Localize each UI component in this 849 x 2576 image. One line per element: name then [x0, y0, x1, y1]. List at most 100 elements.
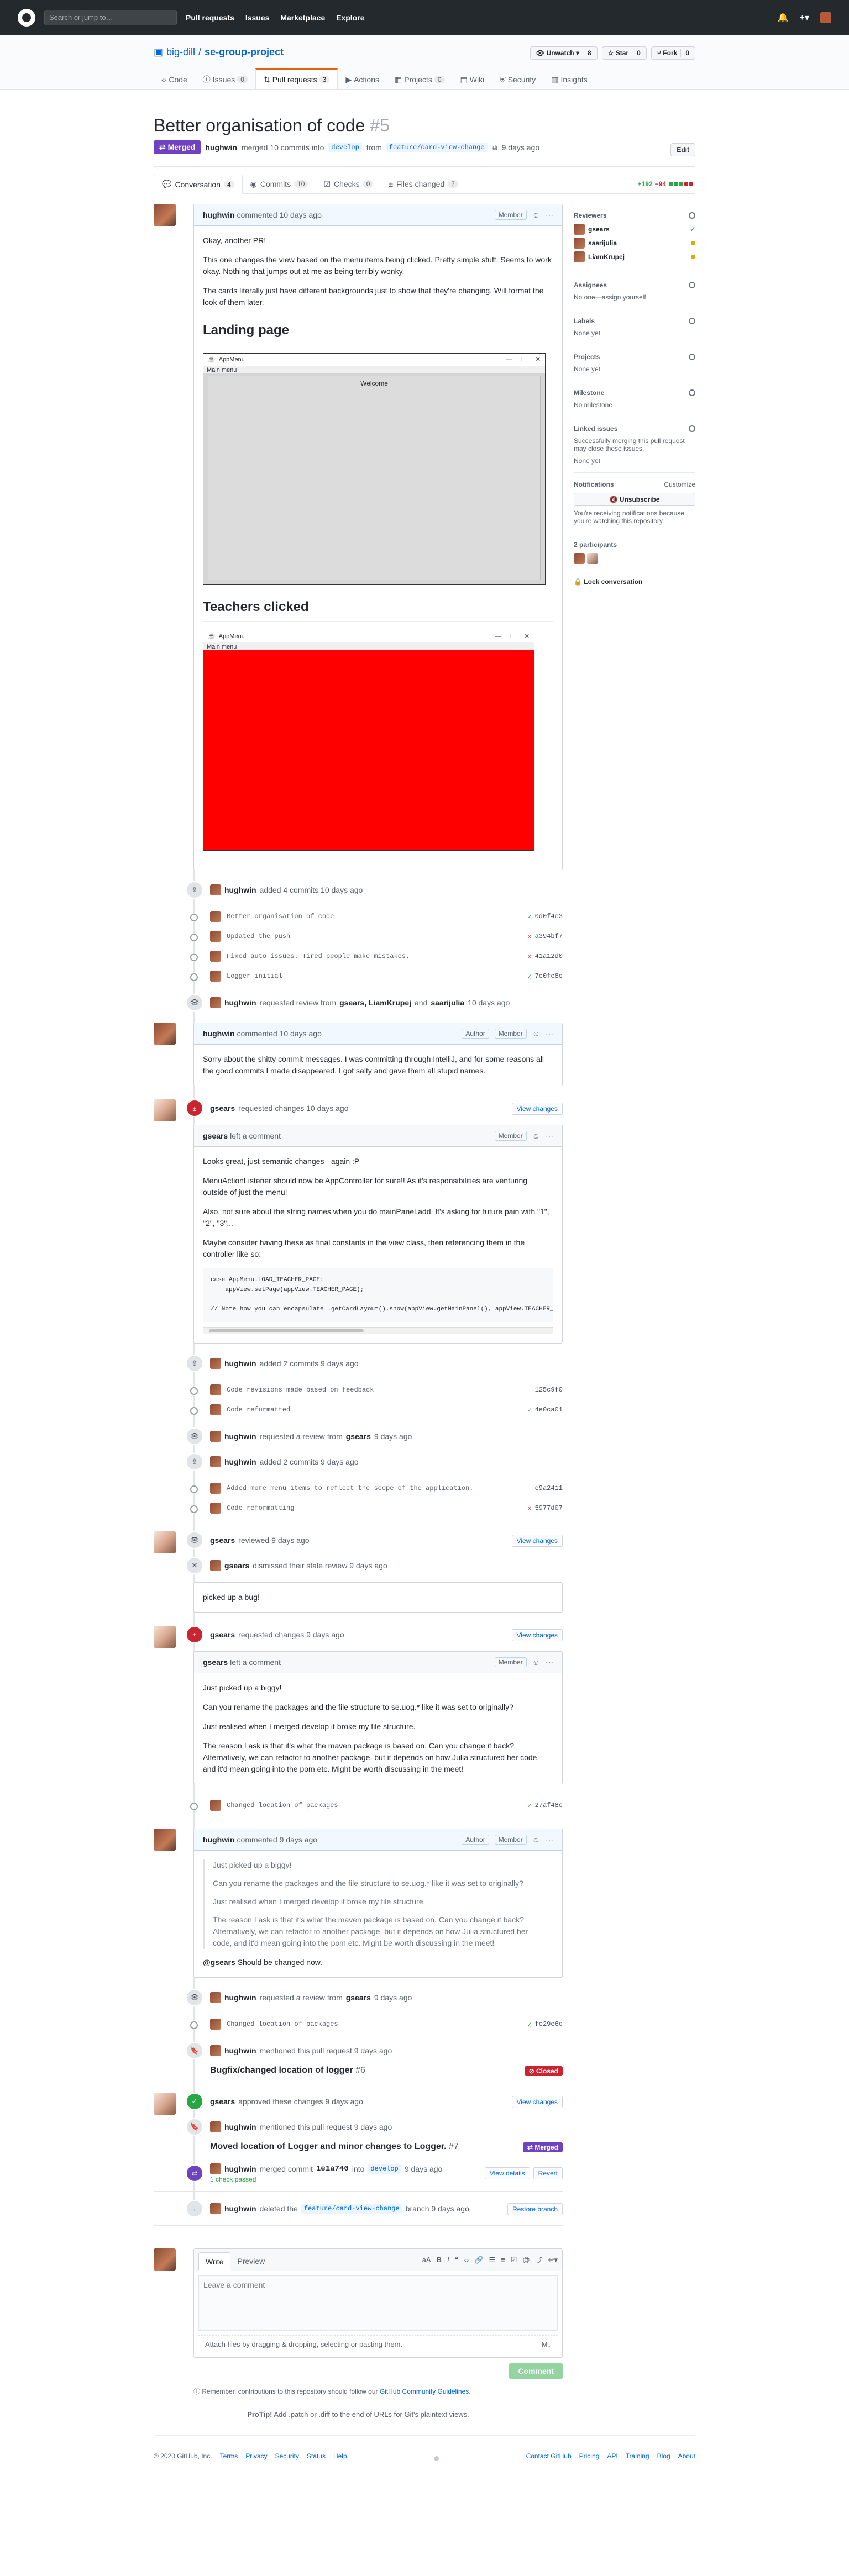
commit-message[interactable]: Better organisation of code	[227, 913, 334, 920]
assign-yourself-link[interactable]: No one—assign yourself	[574, 293, 695, 301]
preview-tab[interactable]: Preview	[230, 2252, 271, 2271]
nav-marketplace[interactable]: Marketplace	[280, 13, 325, 22]
tab-projects[interactable]: ▦ Projects 0	[387, 68, 453, 89]
star-button[interactable]: ☆ Star 0	[601, 46, 647, 60]
footer-link[interactable]: Privacy	[245, 2452, 267, 2465]
participant-avatar[interactable]	[587, 553, 598, 564]
x-icon[interactable]: ✕	[527, 933, 531, 941]
base-branch[interactable]: develop	[328, 142, 362, 152]
customize-link[interactable]: Customize	[664, 481, 695, 488]
saved-reply-icon[interactable]: ↩▾	[548, 2256, 558, 2264]
avatar[interactable]	[210, 1503, 221, 1514]
tab-security[interactable]: ⛨ Security	[492, 68, 543, 89]
comment-author[interactable]: hughwin	[203, 210, 235, 219]
avatar[interactable]	[210, 1992, 221, 2004]
commit-message[interactable]: Changed location of packages	[227, 2020, 338, 2028]
user-avatar[interactable]	[820, 12, 831, 23]
commit-sha[interactable]: 0d0f4e3	[535, 913, 563, 920]
avatar[interactable]	[210, 1560, 221, 1572]
footer-link[interactable]: Terms	[220, 2452, 238, 2465]
code-icon[interactable]: ‹›	[464, 2256, 469, 2264]
tab-pull-requests[interactable]: ⇅ Pull requests 3	[255, 68, 338, 89]
smiley-icon[interactable]: ☺	[532, 1835, 540, 1844]
kebab-menu-icon[interactable]: ⋯	[546, 1835, 553, 1845]
comment-timestamp[interactable]: commented 9 days ago	[237, 1835, 318, 1844]
commit-message[interactable]: Changed location of packages	[227, 1801, 338, 1809]
checks-status[interactable]: 1 check passed	[210, 2175, 256, 2183]
kebab-menu-icon[interactable]: ⋯	[546, 1131, 553, 1141]
avatar[interactable]	[210, 1483, 221, 1494]
kebab-menu-icon[interactable]: ⋯	[546, 1029, 553, 1039]
footer-link[interactable]: Blog	[657, 2452, 670, 2465]
copy-icon[interactable]: ⧉	[492, 143, 497, 152]
footer-link[interactable]: Pricing	[579, 2452, 600, 2465]
commit-message[interactable]: Code reformatting	[227, 1504, 294, 1512]
plus-icon[interactable]: +▾	[800, 12, 809, 23]
repo-owner-link[interactable]: big-dill	[166, 46, 195, 58]
footer-link[interactable]: Training	[626, 2452, 649, 2465]
commit-message[interactable]: Fixed auto issues. Tired people make mis…	[227, 952, 410, 960]
comment-textarea[interactable]	[198, 2275, 558, 2331]
avatar[interactable]	[210, 997, 221, 1008]
head-branch[interactable]: feature/card-view-change	[386, 142, 488, 152]
comment-author[interactable]: hughwin	[203, 1835, 235, 1844]
comment-timestamp[interactable]: commented 10 days ago	[237, 210, 322, 219]
gear-icon[interactable]	[689, 425, 695, 432]
write-tab[interactable]: Write	[198, 2252, 231, 2271]
unsubscribe-button[interactable]: 🔇 Unsubscribe	[574, 493, 695, 506]
commit-message[interactable]: Added more menu items to reflect the sco…	[227, 1484, 473, 1492]
avatar[interactable]	[154, 1099, 176, 1121]
avatar[interactable]	[210, 1431, 221, 1442]
view-changes-button[interactable]: View changes	[511, 1629, 563, 1642]
avatar[interactable]	[210, 2203, 221, 2215]
gear-icon[interactable]	[689, 389, 695, 396]
repo-name-link[interactable]: se-group-project	[205, 46, 284, 58]
gear-icon[interactable]	[689, 354, 695, 360]
commit-sha[interactable]: 41a12d0	[535, 952, 563, 960]
tab-actions[interactable]: ▶ Actions	[338, 68, 387, 89]
avatar[interactable]	[210, 884, 221, 895]
avatar[interactable]	[154, 2248, 176, 2271]
avatar[interactable]	[154, 1023, 176, 1045]
revert-button[interactable]: Revert	[533, 2167, 563, 2180]
x-icon[interactable]: ✕	[527, 952, 531, 961]
gear-icon[interactable]	[689, 282, 695, 288]
avatar[interactable]	[210, 1456, 221, 1468]
check-icon[interactable]: ✓	[527, 1406, 531, 1414]
commit-message[interactable]: Updated the push	[227, 933, 290, 940]
ref-pr-link[interactable]: Moved location of Logger and minor chang…	[210, 2142, 459, 2152]
watch-button[interactable]: 👁 Unwatch ▾ 8	[530, 46, 598, 60]
avatar[interactable]	[210, 2121, 221, 2133]
smiley-icon[interactable]: ☺	[532, 210, 540, 219]
view-details-button[interactable]: View details	[484, 2167, 530, 2180]
avatar[interactable]	[154, 2093, 176, 2115]
avatar[interactable]	[154, 1531, 176, 1554]
avatar[interactable]	[154, 204, 176, 226]
reviewer[interactable]: gsears ✓	[574, 224, 695, 235]
edit-title-button[interactable]: Edit	[670, 143, 695, 156]
attach-files-area[interactable]: Attach files by dragging & dropping, sel…	[198, 2335, 558, 2353]
github-logo-icon[interactable]	[18, 9, 35, 27]
fork-button[interactable]: ⑂ Fork 0	[651, 46, 695, 60]
comment-author[interactable]: gsears	[203, 1658, 228, 1667]
mention-link[interactable]: @gsears	[203, 1958, 235, 1967]
heading-icon[interactable]: aA	[422, 2256, 431, 2264]
tab-insights[interactable]: ▥ Insights	[543, 68, 595, 89]
commit-message[interactable]: Code refurmatted	[227, 1406, 290, 1414]
tab-commits[interactable]: ◉ Commits 10	[243, 175, 316, 193]
pr-author[interactable]: hughwin	[205, 143, 237, 152]
footer-link[interactable]: Security	[275, 2452, 299, 2465]
smiley-icon[interactable]: ☺	[532, 1658, 540, 1667]
bold-icon[interactable]: B	[437, 2256, 442, 2264]
restore-branch-button[interactable]: Restore branch	[507, 2203, 563, 2216]
bell-icon[interactable]: 🔔	[778, 12, 789, 23]
check-icon[interactable]: ✓	[527, 2020, 531, 2029]
task-list-icon[interactable]: ☑	[511, 2256, 517, 2264]
gear-icon[interactable]	[689, 318, 695, 324]
tab-checks[interactable]: ☑ Checks 0	[316, 175, 381, 193]
avatar[interactable]	[154, 1829, 176, 1851]
tab-files-changed[interactable]: ± Files changed 7	[381, 175, 466, 193]
view-changes-button[interactable]: View changes	[511, 2096, 563, 2109]
commit-sha[interactable]: 125c9f0	[535, 1386, 563, 1394]
smiley-icon[interactable]: ☺	[532, 1131, 540, 1140]
